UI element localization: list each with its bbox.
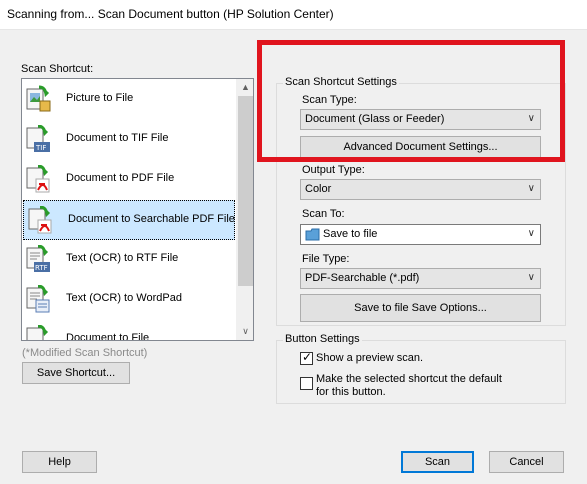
output-type-label: Output Type: (302, 164, 365, 176)
list-item-label: Text (OCR) to WordPad (66, 292, 182, 304)
svg-text:RTF: RTF (35, 264, 48, 272)
list-item-label: Text (OCR) to RTF File (66, 252, 179, 264)
file-type-label: File Type: (302, 253, 350, 265)
list-item-label: Document to PDF File (66, 172, 175, 184)
pdf-file-icon (25, 164, 51, 193)
svg-text:TIF: TIF (35, 144, 46, 152)
default-label-line2: for this button. (316, 386, 386, 398)
searchable-pdf-icon (27, 205, 53, 234)
list-item[interactable]: Document to File (22, 320, 236, 340)
scan-to-label: Scan To: (302, 208, 345, 220)
scroll-thumb[interactable] (238, 96, 253, 286)
scan-button[interactable]: Scan (401, 451, 474, 473)
list-item-label: Document to Searchable PDF File (68, 213, 235, 225)
chevron-down-icon: ∨ (527, 183, 535, 194)
help-button[interactable]: Help (22, 451, 97, 473)
button-settings-label: Button Settings (283, 333, 362, 345)
document-to-file-icon (25, 324, 51, 340)
list-item[interactable]: Text (OCR) to WordPad (22, 280, 236, 320)
rtf-file-icon: RTF (25, 244, 51, 273)
save-shortcut-button[interactable]: Save Shortcut... (22, 362, 130, 384)
list-item-label: Picture to File (66, 92, 134, 104)
modified-shortcut-note: (*Modified Scan Shortcut) (22, 347, 148, 359)
scan-shortcut-label: Scan Shortcut: (21, 63, 94, 75)
list-item-label: Document to File (66, 332, 150, 340)
highlight-box (257, 40, 565, 162)
window-title: Scanning from... Scan Document button (H… (7, 7, 334, 21)
preview-label: Show a preview scan. (316, 352, 423, 364)
output-type-dropdown[interactable]: Color ∨ (300, 179, 541, 200)
picture-to-file-icon (25, 85, 51, 113)
file-type-value: PDF-Searchable (*.pdf) (305, 272, 420, 284)
shortcut-list[interactable]: Picture to File TIF Document to TIF File… (21, 78, 254, 341)
save-options-button[interactable]: Save to file Save Options... (300, 294, 541, 322)
scan-to-value: Save to file (323, 228, 378, 240)
folder-icon (305, 228, 321, 244)
cancel-button[interactable]: Cancel (489, 451, 564, 473)
scan-to-dropdown[interactable]: Save to file ∨ (300, 224, 541, 245)
list-item-selected[interactable]: Document to Searchable PDF File (23, 200, 235, 240)
list-item-label: Document to TIF File (66, 132, 169, 144)
scroll-down-arrow-icon[interactable]: ∨ (237, 323, 253, 340)
tif-file-icon: TIF (25, 124, 51, 153)
output-type-value: Color (305, 183, 332, 195)
list-item[interactable]: Picture to File (22, 80, 236, 120)
chevron-down-icon: ∨ (527, 228, 535, 239)
list-item[interactable]: Document to PDF File (22, 160, 236, 200)
wordpad-icon (25, 284, 51, 313)
list-item[interactable]: TIF Document to TIF File (22, 120, 236, 160)
scroll-up-arrow-icon[interactable]: ▲ (237, 79, 253, 96)
checkmark-icon: ✓ (302, 350, 313, 364)
file-type-dropdown[interactable]: PDF-Searchable (*.pdf) ∨ (300, 268, 541, 289)
preview-checkbox[interactable]: ✓ (300, 350, 313, 365)
title-bar: Scanning from... Scan Document button (H… (0, 0, 587, 30)
default-checkbox[interactable] (300, 377, 313, 390)
default-label-line1: Make the selected shortcut the default (316, 373, 502, 385)
list-item[interactable]: RTF Text (OCR) to RTF File (22, 240, 236, 280)
list-scrollbar[interactable]: ▲ ∨ (236, 79, 253, 340)
chevron-down-icon: ∨ (527, 272, 535, 283)
